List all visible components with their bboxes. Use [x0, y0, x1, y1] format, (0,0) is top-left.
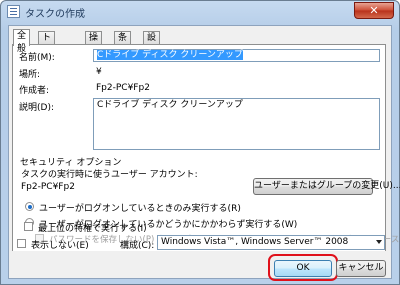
tab-general[interactable]: 全般: [13, 29, 31, 54]
title-bar[interactable]: タスクの作成 ✕: [1, 1, 399, 23]
name-input[interactable]: Cドライブ ディスク クリーンアップ: [93, 49, 380, 62]
configure-label: 構成(C):: [120, 241, 155, 251]
configure-combo[interactable]: Windows Vista™, Windows Server™ 2008: [157, 235, 385, 250]
task-scheduler-icon: [7, 5, 20, 18]
security-options-group: タスクの実行時に使うユーザー アカウント: Fp2-PC¥Fp2 ユーザーまたは…: [19, 167, 400, 230]
author-label: 作成者:: [19, 86, 50, 96]
name-input-value: Cドライブ ディスク クリーンアップ: [97, 50, 243, 60]
window-title: タスクの作成: [25, 9, 85, 20]
change-user-button[interactable]: ユーザーまたはグループの変更(U)...: [253, 178, 400, 195]
location-value: ¥: [96, 67, 102, 77]
chevron-down-icon: [376, 240, 382, 244]
description-textarea[interactable]: Cドライブ ディスク クリーンアップ: [93, 98, 380, 150]
hidden-label[interactable]: 表示しない(E): [31, 238, 89, 251]
highest-privileges-label[interactable]: 最上位の特権で実行する(I): [38, 221, 147, 234]
tab-triggers[interactable]: トリガー: [38, 31, 56, 82]
location-label: 場所:: [19, 70, 41, 80]
ok-highlight-annotation: [268, 254, 338, 281]
author-value: Fp2-PC¥Fp2: [96, 83, 150, 93]
configure-value: Windows Vista™, Windows Server™ 2008: [161, 237, 349, 247]
cancel-button[interactable]: キャンセル: [336, 260, 386, 277]
tab-actions[interactable]: 操作: [85, 31, 103, 56]
run-logged-on-radio[interactable]: [25, 202, 34, 211]
close-button[interactable]: ✕: [354, 2, 394, 19]
tab-settings[interactable]: 設定: [143, 31, 161, 56]
description-label: 説明(D):: [19, 103, 54, 113]
run-logged-on-label[interactable]: ユーザーがログオンしているときのみ実行する(R): [39, 201, 241, 214]
tab-conditions[interactable]: 条件: [114, 31, 132, 56]
account-prompt: タスクの実行時に使うユーザー アカウント:: [21, 170, 198, 180]
hidden-checkbox[interactable]: [17, 239, 26, 248]
general-tab-panel: 名前(M): Cドライブ ディスク クリーンアップ 場所: ¥ 作成者: Fp2…: [12, 44, 400, 250]
highest-privileges-checkbox[interactable]: [24, 222, 33, 231]
account-value: Fp2-PC¥Fp2: [21, 182, 75, 192]
